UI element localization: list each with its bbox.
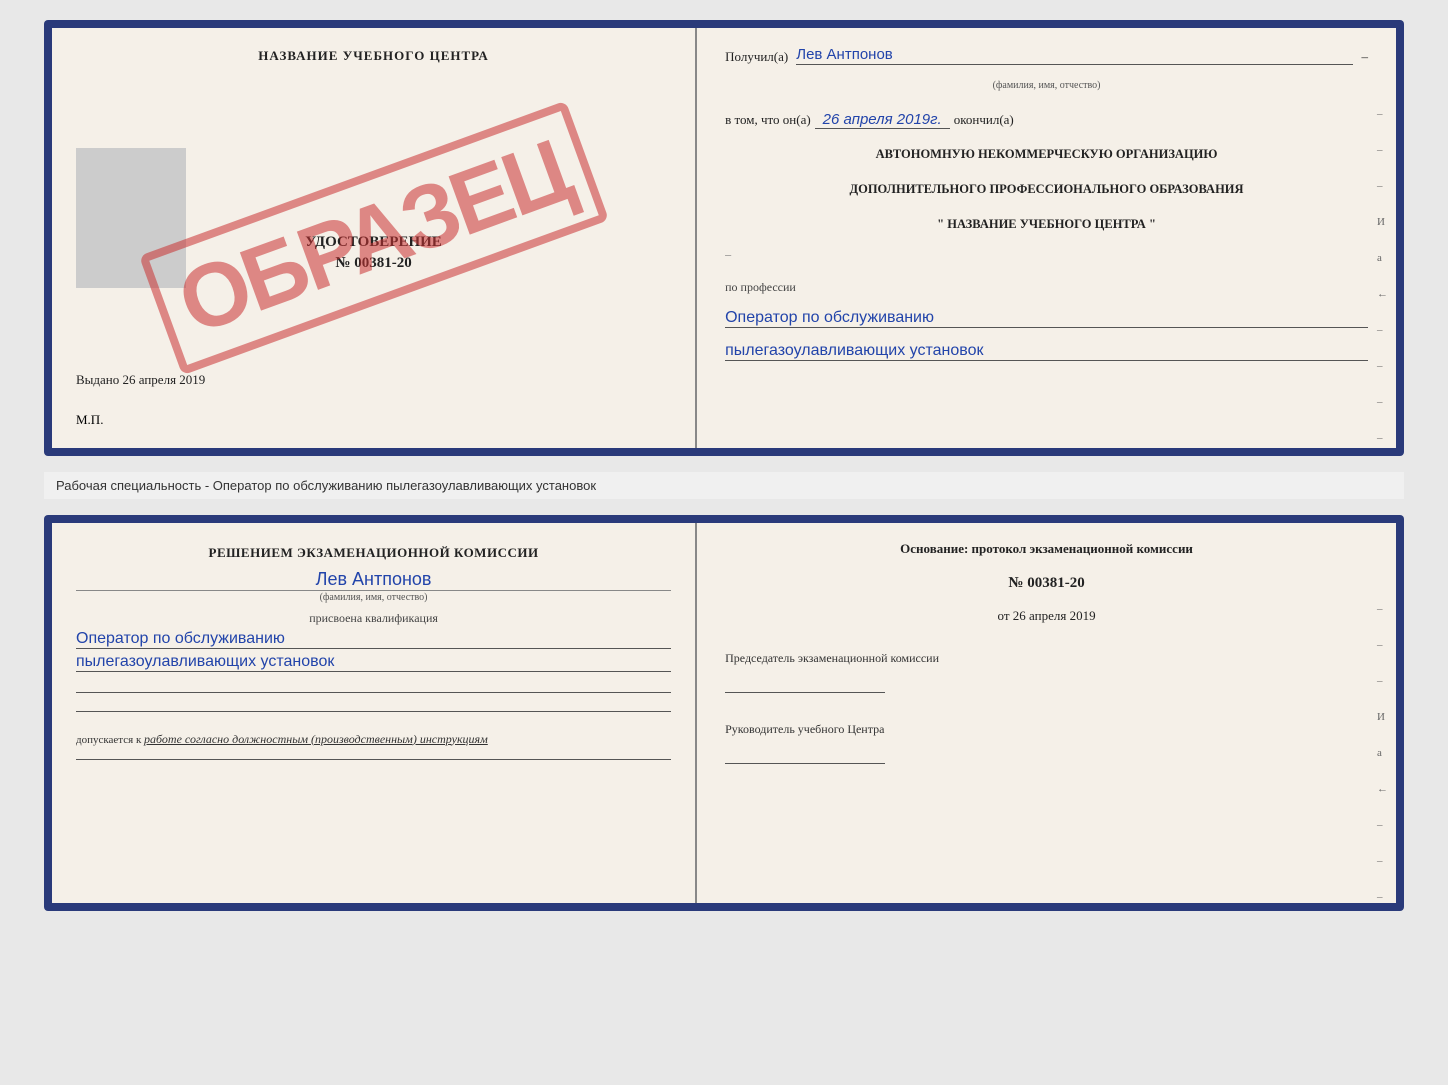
dash2: – xyxy=(725,247,731,262)
person-name-bottom: Лев Антпонов xyxy=(76,569,671,590)
divider3 xyxy=(76,759,671,760)
profession-line2: пылегазоулавливающих установок xyxy=(725,342,1368,361)
dash1: – xyxy=(1361,49,1368,65)
decision-text: Решением экзаменационной комиссии xyxy=(76,543,671,563)
qual-line2: пылегазоулавливающих установок xyxy=(76,653,671,672)
right-side-marks-bottom: – – – И а ← – – – – xyxy=(1377,603,1388,903)
chairman-signature-line xyxy=(725,673,885,693)
top-right-panel: Получил(а) Лев Антпонов – (фамилия, имя,… xyxy=(697,28,1396,448)
issued-line: Выдано 26 апреля 2019 xyxy=(76,372,205,388)
head-signature-line xyxy=(725,744,885,764)
photo-placeholder xyxy=(76,148,186,288)
org-line2: ДОПОЛНИТЕЛЬНОГО ПРОФЕССИОНАЛЬНОГО ОБРАЗО… xyxy=(725,180,1368,199)
person-name-top: Лев Антпонов xyxy=(796,46,1353,65)
bottom-document-inner: Решением экзаменационной комиссии Лев Ан… xyxy=(52,523,1396,903)
basis-label: Основание: протокол экзаменационной коми… xyxy=(725,541,1368,557)
person-subtext-bottom: (фамилия, имя, отчество) xyxy=(76,590,671,603)
bottom-right-panel: Основание: протокол экзаменационной коми… xyxy=(697,523,1396,903)
qualification-label: присвоена квалификация xyxy=(76,611,671,626)
top-left-panel: НАЗВАНИЕ УЧЕБНОГО ЦЕНТРА УДОСТОВЕРЕНИЕ №… xyxy=(52,28,697,448)
right-side-marks-top: – – – И а ← – – – – xyxy=(1377,108,1388,444)
mp-label: М.П. xyxy=(76,412,103,428)
name-subtext-top: (фамилия, имя, отчество) xyxy=(725,80,1368,91)
allowed-value: работе согласно должностным (производств… xyxy=(144,732,488,746)
profession-line1: Оператор по обслуживанию xyxy=(725,309,1368,328)
qual-line1: Оператор по обслуживанию xyxy=(76,630,671,649)
chairman-label: Председатель экзаменационной комиссии xyxy=(725,650,1368,667)
date-value-top: 26 апреля 2019г. xyxy=(815,111,950,129)
date-row: в том, что он(а) 26 апреля 2019г. окончи… xyxy=(725,111,1368,129)
protocol-date: от 26 апреля 2019 xyxy=(725,608,1368,624)
divider1 xyxy=(76,692,671,693)
org-line3: " НАЗВАНИЕ УЧЕБНОГО ЦЕНТРА " xyxy=(725,215,1368,234)
received-row: Получил(а) Лев Антпонов – xyxy=(725,46,1368,65)
org-line1: АВТОНОМНУЮ НЕКОММЕРЧЕСКУЮ ОРГАНИЗАЦИЮ xyxy=(725,145,1368,164)
allowed-label: допускается к xyxy=(76,734,141,746)
head-block: Руководитель учебного Центра xyxy=(725,721,1368,764)
chairman-block: Председатель экзаменационной комиссии xyxy=(725,650,1368,693)
allowed-line: допускается к работе согласно должностны… xyxy=(76,732,671,747)
org-dash-row: – xyxy=(725,247,1368,262)
in-that-label: в том, что он(а) xyxy=(725,112,811,127)
bottom-document-outer: Решением экзаменационной комиссии Лев Ан… xyxy=(44,515,1404,911)
received-label: Получил(а) xyxy=(725,49,788,65)
protocol-date-value: 26 апреля 2019 xyxy=(1013,608,1096,623)
head-label: Руководитель учебного Центра xyxy=(725,721,1368,738)
protocol-date-prefix: от xyxy=(998,608,1010,623)
issued-date: 26 апреля 2019 xyxy=(123,372,206,387)
top-document-outer: НАЗВАНИЕ УЧЕБНОГО ЦЕНТРА УДОСТОВЕРЕНИЕ №… xyxy=(44,20,1404,456)
profession-label: по профессии xyxy=(725,280,1368,295)
separator-label: Рабочая специальность - Оператор по обсл… xyxy=(44,472,1404,499)
divider2 xyxy=(76,711,671,712)
issued-label: Выдано xyxy=(76,372,119,387)
top-school-name: НАЗВАНИЕ УЧЕБНОГО ЦЕНТРА xyxy=(76,48,671,64)
finished-label: окончил(а) xyxy=(954,112,1014,127)
protocol-number: № 00381-20 xyxy=(725,575,1368,592)
top-document-inner: НАЗВАНИЕ УЧЕБНОГО ЦЕНТРА УДОСТОВЕРЕНИЕ №… xyxy=(52,28,1396,448)
bottom-left-panel: Решением экзаменационной комиссии Лев Ан… xyxy=(52,523,697,903)
